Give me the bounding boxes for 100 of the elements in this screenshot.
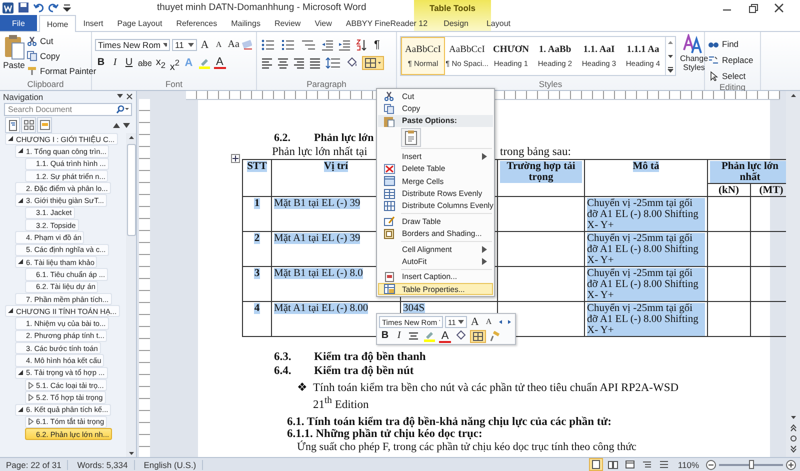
format-painter-button[interactable]: Format Painter — [27, 64, 96, 77]
format-button[interactable]: x$_{2}$ — [154, 56, 167, 70]
keep-formatting-button[interactable] — [401, 128, 421, 147]
replace-button[interactable]: Replace — [708, 53, 757, 66]
search-field[interactable]: Search Document — [4, 103, 132, 116]
grow-font-button[interactable]: A — [198, 38, 211, 52]
next-heading-icon[interactable] — [122, 122, 131, 128]
justify-icon[interactable] — [309, 56, 321, 68]
expanded-triangle-icon[interactable] — [18, 198, 24, 204]
format-button[interactable]: x$^{2}$ — [168, 56, 181, 70]
table-tools-tab[interactable]: Design — [434, 15, 478, 31]
table-tools-tab[interactable]: Layout — [477, 15, 520, 31]
page-count[interactable]: Page: 22 of 31 — [0, 460, 68, 470]
paintbrush-icon[interactable] — [489, 330, 500, 342]
more-icon[interactable] — [666, 66, 675, 74]
customize-icon[interactable] — [63, 2, 71, 12]
redo-icon[interactable] — [48, 2, 59, 13]
table-move-handle-icon[interactable] — [231, 154, 240, 163]
font-name-field[interactable]: Times New Rom — [95, 38, 170, 50]
file-tab[interactable]: File — [0, 15, 37, 31]
expanded-triangle-icon[interactable] — [18, 406, 24, 413]
format-button[interactable]: U — [123, 56, 135, 70]
shrink-font-button[interactable]: A — [212, 38, 225, 52]
align-center-icon[interactable] — [277, 56, 289, 68]
ribbon-tab[interactable]: Page Layout — [110, 15, 170, 31]
scrollbar[interactable] — [126, 133, 136, 457]
zoom-in-icon[interactable] — [786, 460, 796, 470]
previous-heading-icon[interactable] — [112, 122, 121, 128]
decrease-indent-icon[interactable] — [321, 38, 334, 50]
borders-button[interactable] — [470, 330, 486, 342]
ribbon-tab[interactable]: Mailings — [224, 15, 268, 31]
collapsed-triangle-icon[interactable] — [28, 418, 34, 426]
collapsed-triangle-icon[interactable] — [28, 394, 34, 401]
font-color-button[interactable]: A — [439, 330, 451, 342]
headings-tab[interactable] — [5, 117, 20, 133]
italic-button[interactable]: I — [393, 329, 405, 343]
expanded-triangle-icon[interactable] — [8, 308, 14, 314]
ribbon-tab[interactable]: References — [169, 15, 224, 31]
expanded-triangle-icon[interactable] — [18, 370, 24, 376]
collapsed-triangle-icon[interactable] — [28, 382, 34, 389]
change-case-button[interactable]: Aa — [226, 38, 239, 52]
copy-button[interactable]: Copy — [27, 49, 96, 62]
scroll-down-icon[interactable] — [666, 52, 675, 60]
scrollbar[interactable] — [786, 91, 800, 457]
ribbon-tab[interactable]: ABBYY FineReader 12 — [338, 15, 435, 31]
align-left-icon[interactable] — [261, 56, 273, 68]
cut-button[interactable]: Cut — [27, 34, 96, 47]
shrink-font-button[interactable]: A — [482, 315, 495, 329]
scroll-down-icon[interactable] — [788, 413, 798, 421]
previous-page-icon[interactable] — [788, 423, 798, 432]
align-center-icon[interactable] — [408, 330, 419, 342]
align-right-icon[interactable] — [293, 56, 305, 68]
expanded-triangle-icon[interactable] — [8, 136, 14, 142]
bold-button[interactable]: B — [379, 329, 391, 343]
view-button[interactable] — [588, 458, 603, 471]
results-tab[interactable] — [37, 117, 52, 133]
increase-indent-icon[interactable] — [338, 38, 351, 50]
format-button[interactable]: I — [109, 56, 121, 70]
browse-object-icon[interactable] — [788, 434, 798, 443]
line-spacing-icon[interactable] — [325, 56, 341, 68]
font-size-field[interactable]: 11 — [172, 38, 197, 50]
zoom-out-icon[interactable] — [706, 460, 716, 470]
view-button[interactable] — [622, 458, 637, 471]
sort-icon[interactable] — [355, 38, 368, 50]
eraser-icon[interactable] — [242, 38, 252, 50]
ribbon-tab[interactable]: View — [308, 15, 339, 31]
search-icon[interactable] — [115, 105, 129, 114]
next-page-icon[interactable] — [788, 445, 798, 454]
save-icon[interactable] — [18, 2, 29, 13]
font-color-button[interactable]: A — [214, 56, 226, 69]
restore-icon[interactable] — [746, 2, 760, 14]
format-button[interactable]: B — [95, 56, 107, 70]
zoom-level[interactable]: 110% — [674, 460, 703, 470]
paste-button[interactable]: Paste — [3, 34, 25, 79]
paint-bucket-icon[interactable] — [454, 330, 467, 342]
ribbon-tab[interactable]: Insert — [76, 15, 110, 31]
pane-options-icon[interactable] — [117, 92, 133, 100]
bullets-icon[interactable] — [261, 38, 277, 50]
app-icon[interactable] — [2, 2, 14, 14]
ribbon-tab[interactable]: Review — [267, 15, 308, 31]
view-button[interactable] — [606, 458, 620, 471]
borders-button[interactable] — [362, 56, 384, 70]
undo-icon[interactable] — [33, 2, 44, 13]
show-formatting-button[interactable]: ¶ — [371, 38, 383, 52]
grow-font-button[interactable]: A — [468, 315, 481, 329]
language-indicator[interactable]: English (U.S.) — [138, 460, 204, 470]
numbering-icon[interactable] — [281, 38, 297, 50]
pages-tab[interactable] — [21, 117, 36, 133]
expanded-triangle-icon[interactable] — [18, 148, 24, 154]
zoom-slider-thumb[interactable] — [748, 460, 754, 468]
find-button[interactable]: Find — [708, 37, 757, 50]
word-count[interactable]: Words: 5,334 — [71, 460, 135, 470]
ribbon-tab[interactable]: Home — [38, 15, 76, 32]
paint-bucket-icon[interactable] — [345, 56, 359, 68]
multilevel-list-icon[interactable] — [301, 38, 317, 50]
change-styles-button[interactable]: Change Styles — [680, 34, 708, 79]
select-button[interactable]: Select — [708, 69, 757, 82]
expanded-triangle-icon[interactable] — [18, 259, 24, 266]
scroll-thumb[interactable] — [126, 144, 136, 236]
close-icon[interactable] — [772, 2, 786, 14]
